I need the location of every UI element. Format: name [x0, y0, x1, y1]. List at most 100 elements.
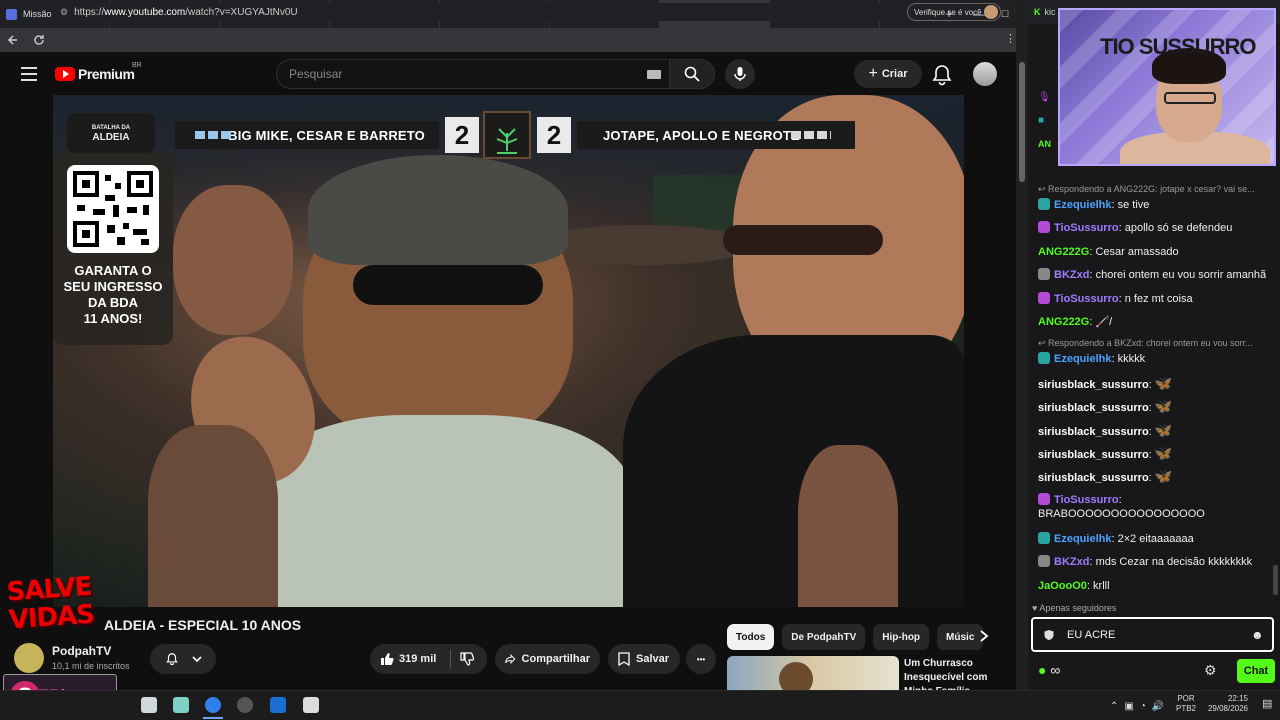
chat-username[interactable]: TioSussurro	[1054, 494, 1119, 506]
taskbar-files-icon[interactable]	[173, 697, 189, 713]
page-info-icon[interactable]: ⚙	[60, 7, 68, 18]
url-path: /watch?v=XUGYAJtNv0U	[185, 6, 298, 18]
chat-message: siriusblack_sussurro: 🦋	[1038, 469, 1276, 485]
chip-todos[interactable]: Todos	[727, 624, 775, 650]
youtube-header: Premium BR Pesquisar + Criar	[0, 52, 1016, 96]
tray-expand-icon[interactable]: ⌃	[1110, 701, 1118, 712]
create-label: Criar	[881, 68, 908, 80]
chat-username[interactable]: siriusblack_sussurro	[1038, 449, 1149, 461]
chat-message: siriusblack_sussurro: 🦋	[1038, 376, 1276, 392]
scrollbar-thumb[interactable]	[1019, 62, 1025, 182]
youtube-logo-icon[interactable]	[55, 67, 75, 81]
taskbar-app-icon[interactable]	[141, 697, 157, 713]
chevron-down-icon	[191, 656, 202, 663]
score-left: 2	[445, 117, 479, 153]
keyboard-language[interactable]: POR PTB2	[1176, 694, 1196, 714]
search-button[interactable]	[669, 59, 715, 89]
chat-username[interactable]: siriusblack_sussurro	[1038, 379, 1149, 391]
search-input[interactable]: Pesquisar	[276, 59, 670, 89]
chat-settings-gear-icon[interactable]: ⚙	[1204, 662, 1222, 680]
chip-hip-hop[interactable]: Hip-hop	[873, 624, 930, 650]
system-clock[interactable]: 22:15 29/08/2026	[1202, 694, 1248, 714]
chat-text: 🦋	[1154, 421, 1173, 438]
taskbar-edge-icon[interactable]	[205, 697, 221, 713]
taskbar-capcut-icon[interactable]	[303, 697, 319, 713]
thumbs-down-icon[interactable]	[460, 652, 474, 666]
share-icon	[505, 654, 516, 664]
reload-button[interactable]	[26, 28, 52, 52]
video-player[interactable]: BATALHA DA ALDEIA GARANTA O SEU INGRESSO…	[53, 95, 964, 607]
logo-big-text: ALDEIA	[92, 132, 130, 143]
ticket-promo-panel: GARANTA O SEU INGRESSO DA BDA 11 ANOS!	[53, 153, 173, 345]
chat-username[interactable]: JaOooO0	[1038, 580, 1087, 592]
notification-center-icon[interactable]: ▤	[1262, 697, 1276, 711]
voice-search-button[interactable]	[725, 59, 755, 89]
qr-pattern-icon	[73, 171, 153, 247]
chat-username[interactable]: Ezequielhk	[1054, 533, 1111, 545]
profile-avatar	[984, 5, 998, 19]
chat-message: siriusblack_sussurro: 🦋	[1038, 446, 1276, 462]
taskbar-obs-icon[interactable]	[237, 697, 253, 713]
youtube-logo-text[interactable]: Premium	[78, 66, 135, 82]
taskbar-steam-icon[interactable]	[270, 697, 286, 713]
channel-name[interactable]: PodpahTV	[52, 644, 111, 658]
chat-username[interactable]: Ezequielhk	[1054, 199, 1111, 211]
streamer-webcam: TIO SUSSURRO	[1058, 8, 1276, 166]
chat-message: Ezequielhk: se tive	[1038, 198, 1276, 212]
chat-username[interactable]: TioSussurro	[1054, 222, 1119, 234]
chat-username[interactable]: Ezequielhk	[1054, 353, 1111, 365]
plus-icon: +	[868, 65, 878, 82]
chat-message: JaOooO0: krlll	[1038, 579, 1276, 593]
chat-username[interactable]: TioSussurro	[1054, 293, 1119, 305]
chat-text: se tive	[1117, 199, 1150, 211]
chat-message: BKZxd: mds Cezar na decisão kkkkkkkk	[1038, 555, 1276, 569]
chip-musica[interactable]: Músic	[937, 624, 984, 650]
chat-scrollbar[interactable]	[1273, 565, 1278, 595]
page-scrollbar[interactable]	[1016, 0, 1028, 690]
chat-username[interactable]: BKZxd	[1054, 269, 1089, 281]
chat-message: Ezequielhk: kkkkk	[1038, 352, 1276, 366]
notifications-bell-icon[interactable]	[930, 64, 954, 86]
team-right-name: JOTAPE, APOLLO E NEGROTE	[603, 127, 800, 143]
chat-input[interactable]: EU ACRE ☻	[1031, 617, 1274, 652]
share-label: Compartilhar	[521, 653, 590, 665]
save-button[interactable]: Salvar	[608, 644, 680, 674]
chevron-right-icon[interactable]	[978, 629, 990, 643]
followers-only-text: Apenas seguidores	[1039, 603, 1117, 613]
chip-de-podpahtv[interactable]: De PodpahTV	[782, 624, 866, 650]
chat-message: siriusblack_sussurro: 🦋	[1038, 423, 1276, 439]
subscription-bell-button[interactable]	[150, 644, 216, 674]
chat-username[interactable]: siriusblack_sussurro	[1038, 472, 1149, 484]
system-tray: ⌃ ▣ ◔ 🔊	[1110, 694, 1164, 718]
points-icon[interactable]: ● ∞	[1038, 662, 1060, 678]
like-button[interactable]: 319 mil	[380, 652, 436, 666]
chat-send-button[interactable]: Chat	[1237, 659, 1275, 683]
channel-avatar[interactable]	[14, 643, 44, 673]
chat-username[interactable]: siriusblack_sussurro	[1038, 426, 1149, 438]
wifi-icon[interactable]: ◔	[1140, 701, 1146, 712]
search-icon	[684, 66, 700, 82]
chat-text: apollo só se defendeu	[1124, 222, 1233, 235]
chat-username[interactable]: BKZxd	[1054, 556, 1089, 568]
chat-reply-context: ↩ Respondendo a BKZxd: chorei ontem eu v…	[1038, 338, 1253, 349]
chat-username[interactable]: ANG222G	[1038, 246, 1089, 258]
emoji-icon[interactable]: ☻	[1251, 628, 1264, 642]
volume-icon[interactable]: 🔊	[1152, 701, 1164, 712]
browser-menu-icon[interactable]: ⋮	[1005, 32, 1016, 45]
chat-username[interactable]: ANG222G	[1038, 316, 1089, 328]
create-button[interactable]: + Criar	[854, 60, 922, 88]
account-avatar[interactable]	[973, 62, 997, 86]
hamburger-menu-icon[interactable]	[21, 67, 37, 81]
chat-text: chorei ontem eu vou sorrir amanhã	[1095, 269, 1267, 282]
reload-icon	[34, 35, 44, 45]
back-button[interactable]	[0, 28, 26, 52]
chat-separator: :	[1118, 493, 1122, 506]
more-actions-button[interactable]: •••	[686, 644, 716, 674]
tray-app-icon[interactable]: ▣	[1124, 701, 1133, 712]
chat-username[interactable]: siriusblack_sussurro	[1038, 402, 1149, 414]
share-button[interactable]: Compartilhar	[495, 644, 600, 674]
url-field[interactable]: ⚙ https://www.youtube.com/watch?v=XUGYAJ…	[52, 3, 892, 21]
verify-profile-button[interactable]: Verifique se é você	[907, 3, 1001, 21]
flag-icon	[195, 131, 231, 139]
keyboard-icon[interactable]	[647, 70, 661, 79]
